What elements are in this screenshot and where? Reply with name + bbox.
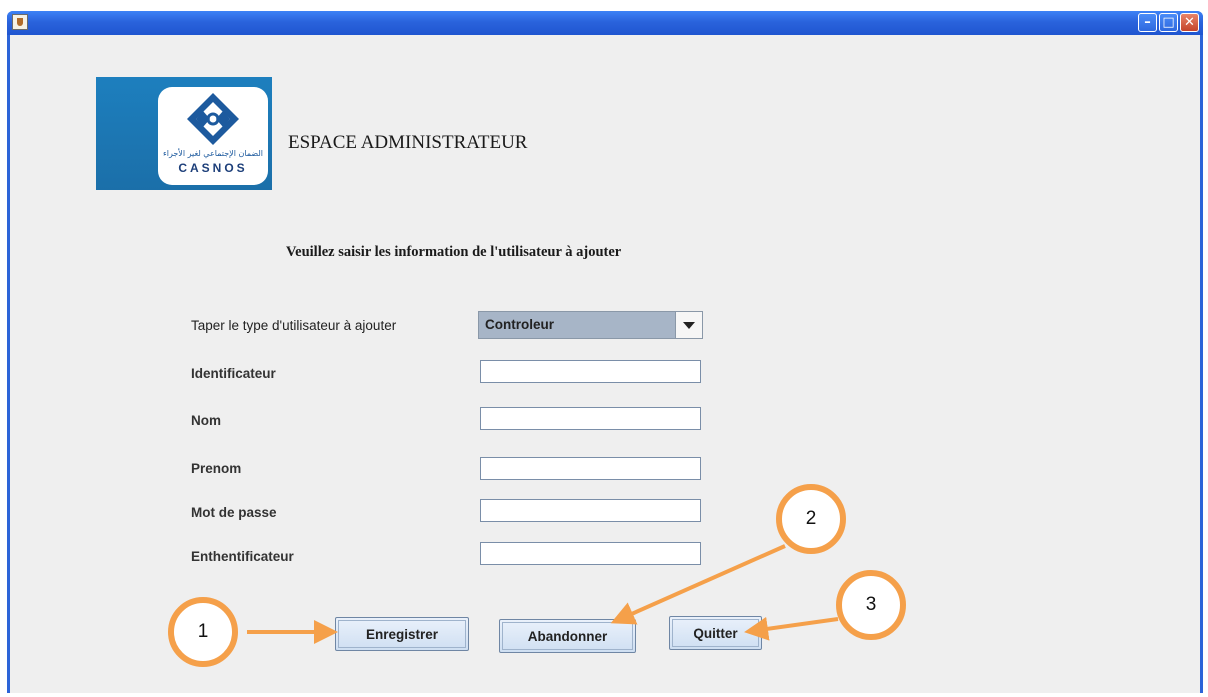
callout-arrows (247, 544, 839, 644)
callout-1: 1 (168, 597, 238, 667)
callout-3-arrow (744, 616, 839, 641)
callout-3: 3 (836, 570, 906, 640)
callout-2: 2 (776, 484, 846, 554)
callout-2-arrow (610, 544, 786, 625)
